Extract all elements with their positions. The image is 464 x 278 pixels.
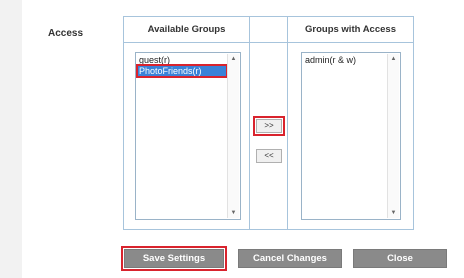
available-groups-listbox[interactable]: guest(r) PhotoFriends(r) ▲ ▼	[135, 52, 241, 220]
remove-from-access-button[interactable]: <<	[256, 149, 282, 163]
access-label: Access	[48, 28, 84, 39]
scroll-down-icon[interactable]: ▼	[228, 208, 239, 218]
cancel-changes-button[interactable]: Cancel Changes	[238, 249, 342, 268]
save-settings-button[interactable]: Save Settings	[121, 246, 227, 271]
left-panel-strip	[0, 0, 22, 278]
list-item-admin[interactable]: admin(r & w)	[304, 55, 386, 65]
close-button[interactable]: Close	[353, 249, 447, 268]
available-groups-column: Available Groups guest(r) PhotoFriends(r…	[124, 17, 250, 229]
list-item-guest[interactable]: guest(r)	[138, 55, 226, 65]
move-buttons-column: >> <<	[250, 17, 288, 229]
scroll-up-icon[interactable]: ▲	[388, 54, 399, 64]
groups-with-access-scrollbar[interactable]: ▲ ▼	[387, 54, 399, 218]
add-to-access-button[interactable]: >>	[253, 116, 285, 136]
scroll-up-icon[interactable]: ▲	[228, 54, 239, 64]
groups-with-access-column: Groups with Access admin(r & w) ▲ ▼	[288, 17, 413, 229]
access-groups-panel: Available Groups guest(r) PhotoFriends(r…	[123, 16, 414, 230]
available-groups-scrollbar[interactable]: ▲ ▼	[227, 54, 239, 218]
available-groups-header: Available Groups	[124, 17, 249, 43]
move-column-header	[250, 17, 287, 43]
list-item-photofriends[interactable]: PhotoFriends(r)	[136, 64, 228, 78]
scroll-down-icon[interactable]: ▼	[388, 208, 399, 218]
groups-with-access-header: Groups with Access	[288, 17, 413, 43]
groups-with-access-listbox[interactable]: admin(r & w) ▲ ▼	[301, 52, 401, 220]
